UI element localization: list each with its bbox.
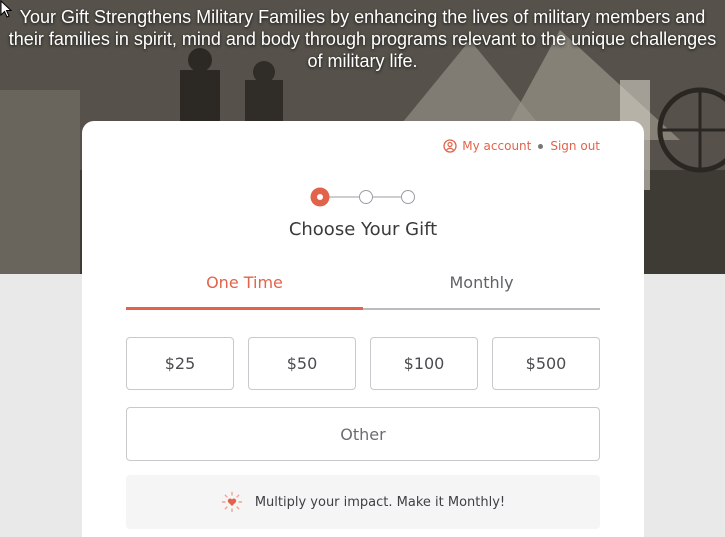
tab-one-time[interactable]: One Time <box>126 266 363 310</box>
account-links: My account Sign out <box>443 139 600 153</box>
amount-500-button[interactable]: $500 <box>492 337 600 390</box>
other-amount-button[interactable]: Other <box>126 407 600 461</box>
frequency-tabs: One Time Monthly <box>126 266 600 310</box>
step-title: Choose Your Gift <box>288 219 438 240</box>
cursor-icon <box>0 0 12 18</box>
tab-monthly[interactable]: Monthly <box>363 266 600 308</box>
amount-25-button[interactable]: $25 <box>126 337 234 390</box>
separator-dot <box>538 143 544 149</box>
step-3-indicator <box>401 190 415 204</box>
hero-headline: Your Gift Strengthens Military Families … <box>8 7 717 71</box>
amount-100-button[interactable]: $100 <box>370 337 478 390</box>
monthly-promo[interactable]: Multiply your impact. Make it Monthly! <box>126 475 600 529</box>
donation-card: My account Sign out Choose Your Gift One… <box>82 121 644 537</box>
step-2-indicator <box>359 190 373 204</box>
user-circle-icon <box>443 139 457 153</box>
sign-out-link[interactable]: Sign out <box>550 139 600 153</box>
heart-burst-icon <box>221 491 243 513</box>
promo-text: Multiply your impact. Make it Monthly! <box>254 494 506 510</box>
amount-options: $25 $50 $100 $500 <box>126 337 600 390</box>
my-account-link[interactable]: My account <box>462 139 531 153</box>
amount-50-button[interactable]: $50 <box>248 337 356 390</box>
progress-stepper <box>310 187 415 207</box>
